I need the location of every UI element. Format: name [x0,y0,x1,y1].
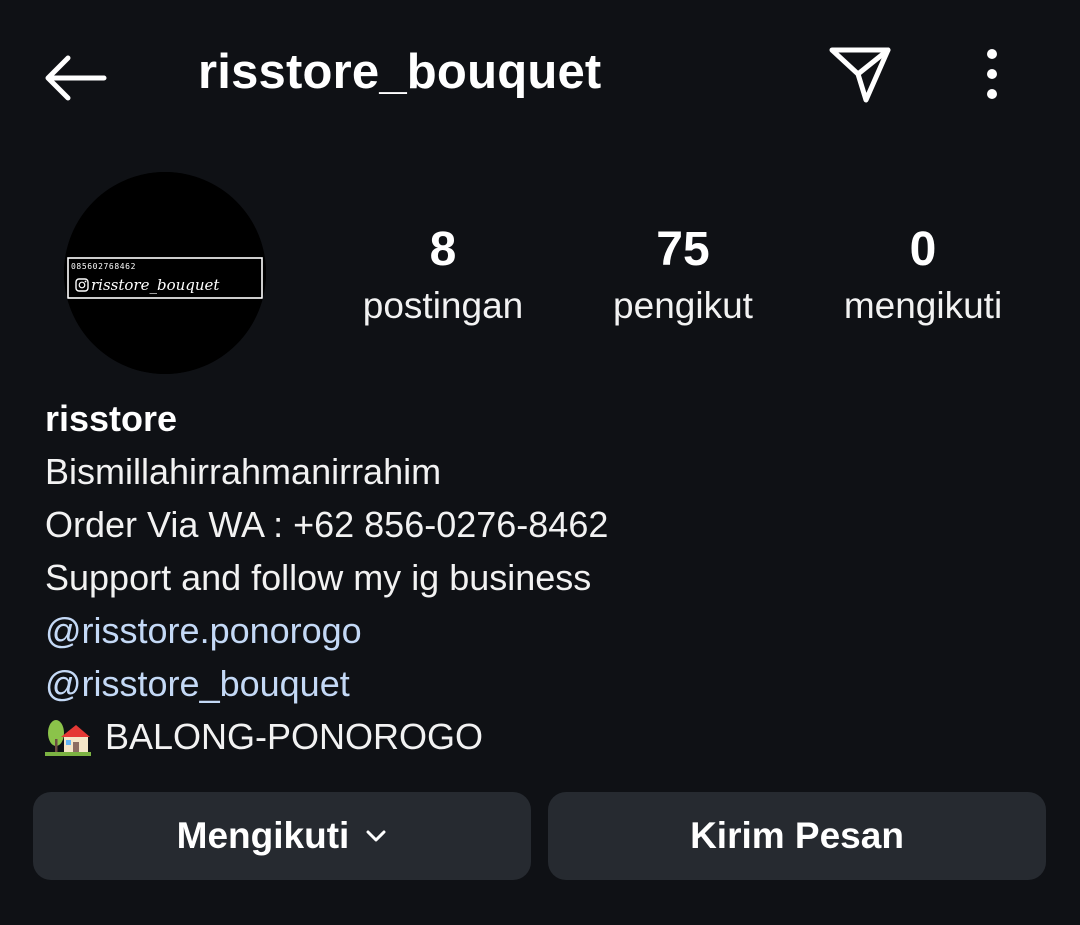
paper-plane-icon [828,44,892,109]
send-message-button-label: Kirim Pesan [690,815,904,856]
posts-count-label: postingan [362,285,524,326]
profile-bio: risstore Bismillahirrahmanirrahim Order … [45,392,1045,763]
bio-line: Bismillahirrahmanirrahim [45,451,442,492]
followers-count[interactable]: 75 pengikut [578,222,788,330]
avatar-phone-text: 085602768462 [71,262,136,271]
bio-location: BALONG-PONOROGO [45,710,1045,763]
avatar-logo-text: risstore_bouquet [91,276,220,294]
profile-avatar[interactable]: 085602768462 risstore_bouquet [64,172,266,374]
bio-line: Support and follow my ig business [45,557,592,598]
following-count-value: 0 [909,223,937,276]
profile-display-name: risstore [45,398,178,439]
bio-mention-link[interactable]: @risstore.ponorogo [45,604,1045,657]
bio-line: Order Via WA : +62 856-0276-8462 [45,504,609,545]
following-count-label: mengikuti [843,285,1003,326]
following-count[interactable]: 0 mengikuti [818,222,1028,330]
top-app-bar: risstore_bouquet [0,0,1080,150]
following-button[interactable]: Mengikuti [33,792,531,880]
followers-count-value: 75 [656,223,710,276]
arrow-left-icon [44,54,108,107]
house-with-garden-icon [45,717,91,757]
more-options-button[interactable] [956,40,1028,112]
following-button-label: Mengikuti [176,815,350,856]
followers-count-label: pengikut [613,285,753,326]
chevron-down-icon [365,829,387,843]
share-profile-button[interactable] [822,38,898,114]
back-button[interactable] [36,40,116,120]
bio-location-text: BALONG-PONOROGO [105,716,484,757]
posts-count[interactable]: 8 postingan [338,222,548,330]
more-vertical-icon [984,48,1000,105]
bio-mention-link[interactable]: @risstore_bouquet [45,657,1045,710]
posts-count-value: 8 [429,223,457,276]
profile-username: risstore_bouquet [198,45,602,99]
send-message-button[interactable]: Kirim Pesan [548,792,1046,880]
